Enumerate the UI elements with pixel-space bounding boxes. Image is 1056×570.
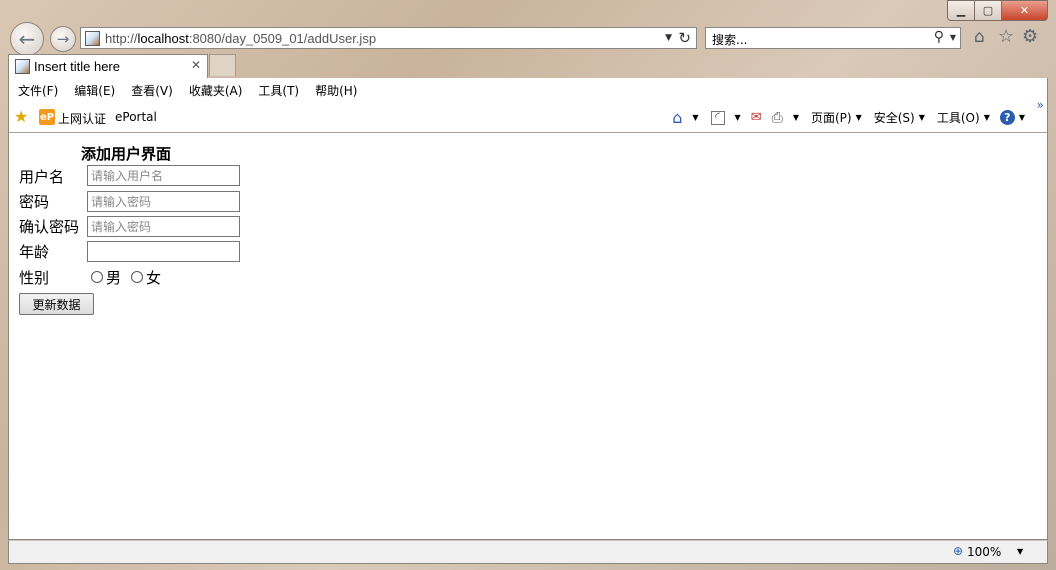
new-tab-button[interactable] (209, 54, 236, 76)
home-dropdown[interactable]: ⌂ ▼ (672, 108, 698, 127)
menu-view[interactable]: 查看(V) (131, 82, 173, 99)
home-icon[interactable]: ⌂ (974, 29, 985, 46)
address-bar[interactable]: http://localhost:8080/day_0509_01/addUse… (80, 27, 697, 49)
username-label: 用户名 (19, 168, 65, 186)
back-button[interactable]: ← (10, 22, 44, 56)
search-icon[interactable]: ⚲ (934, 29, 944, 45)
menu-bar: 文件(F) 编辑(E) 查看(V) 收藏夹(A) 工具(T) 帮助(H) (18, 82, 373, 99)
menu-edit[interactable]: 编辑(E) (74, 82, 115, 99)
menu-help[interactable]: 帮助(H) (315, 82, 357, 99)
search-box[interactable]: 搜索... ⚲ ▼ (705, 27, 961, 49)
zoom-icon: ⊕ (953, 544, 964, 558)
address-url: http://localhost:8080/day_0509_01/addUse… (105, 31, 377, 46)
maximize-icon: ▢ (982, 4, 994, 17)
print-dropdown[interactable]: ⎙ ▼ (772, 110, 799, 126)
gender-male-label: 男 (106, 269, 122, 287)
tab-title: Insert title here (34, 59, 120, 74)
command-bar: ⌂ ▼ ◜ ▼ ✉ ⎙ ▼ 页面(P) ▼ 安全(S) ▼ 工具(O) ▼ ? ▼ (662, 108, 1025, 127)
age-label: 年龄 (19, 243, 50, 261)
address-dropdown-icon[interactable]: ▼ (665, 33, 672, 43)
page-icon (85, 31, 100, 46)
menu-tools[interactable]: 工具(T) (258, 82, 299, 99)
help-dropdown[interactable]: ? ▼ (999, 110, 1025, 125)
page-content: 添加用户界面 用户名 密码 确认密码 年龄 性别 男 女 更新数据 (8, 132, 1048, 540)
eportal-logo-icon: eP (39, 109, 55, 125)
tab-close-icon[interactable]: ✕ (191, 58, 201, 72)
gender-male-radio[interactable] (91, 271, 103, 283)
search-dropdown-icon[interactable]: ▼ (950, 33, 956, 42)
safety-menu[interactable]: 安全(S) ▼ (874, 109, 925, 126)
minimize-button[interactable]: ▁ (947, 0, 974, 21)
mail-icon: ✉ (750, 110, 762, 125)
zoom-level[interactable]: 100% (967, 545, 1001, 559)
mail-button[interactable]: ✉ (751, 110, 762, 125)
help-icon: ? (999, 110, 1015, 125)
close-window-button[interactable]: ✕ (1002, 0, 1048, 21)
forward-arrow-icon: → (56, 30, 70, 48)
favorite-link-eportal[interactable]: ePortal (115, 110, 157, 124)
search-input[interactable]: 搜索... (712, 31, 747, 48)
refresh-icon[interactable]: ↻ (678, 29, 691, 47)
favorite-link-auth[interactable]: 上网认证 (58, 110, 106, 127)
page-menu[interactable]: 页面(P) ▼ (811, 109, 862, 126)
close-icon: ✕ (1019, 4, 1030, 17)
gender-female-label: 女 (146, 269, 162, 287)
zoom-dropdown-icon[interactable]: ▼ (1017, 547, 1023, 556)
minimize-icon: ▁ (956, 4, 966, 17)
password-input[interactable] (87, 191, 240, 212)
gender-female-radio[interactable] (131, 271, 143, 283)
confirm-password-input[interactable] (87, 216, 240, 237)
username-input[interactable] (87, 165, 240, 186)
home-icon: ⌂ (672, 108, 683, 127)
password-label: 密码 (19, 193, 50, 211)
gender-label: 性别 (19, 269, 50, 287)
gear-icon[interactable]: ⚙ (1022, 28, 1038, 46)
tools-menu[interactable]: 工具(O) ▼ (937, 109, 990, 126)
submit-button[interactable]: 更新数据 (19, 293, 94, 315)
status-bar: ⊕ 100% ▼ (8, 540, 1048, 564)
back-arrow-icon: ← (18, 27, 36, 51)
form-title: 添加用户界面 (81, 145, 172, 163)
feeds-dropdown[interactable]: ◜ ▼ (710, 110, 741, 125)
tab-page-icon (15, 59, 30, 74)
menu-favorites[interactable]: 收藏夹(A) (189, 82, 243, 99)
rss-icon: ◜ (710, 110, 725, 125)
forward-button[interactable]: → (50, 26, 76, 52)
confirm-password-label: 确认密码 (19, 218, 80, 236)
maximize-button[interactable]: ▢ (974, 0, 1002, 21)
tab-active[interactable]: Insert title here ✕ (8, 54, 208, 78)
menu-file[interactable]: 文件(F) (18, 82, 58, 99)
window-controls: ▁ ▢ ✕ (947, 0, 1048, 21)
browser-toolbars: 文件(F) 编辑(E) 查看(V) 收藏夹(A) 工具(T) 帮助(H) ★ e… (8, 78, 1048, 132)
toolbar-overflow-icon[interactable]: » (1037, 98, 1044, 112)
add-favorites-star-icon[interactable]: ★ (14, 107, 28, 126)
age-input[interactable] (87, 241, 240, 262)
favorites-star-icon[interactable]: ☆ (998, 28, 1014, 46)
print-icon: ⎙ (771, 109, 783, 126)
